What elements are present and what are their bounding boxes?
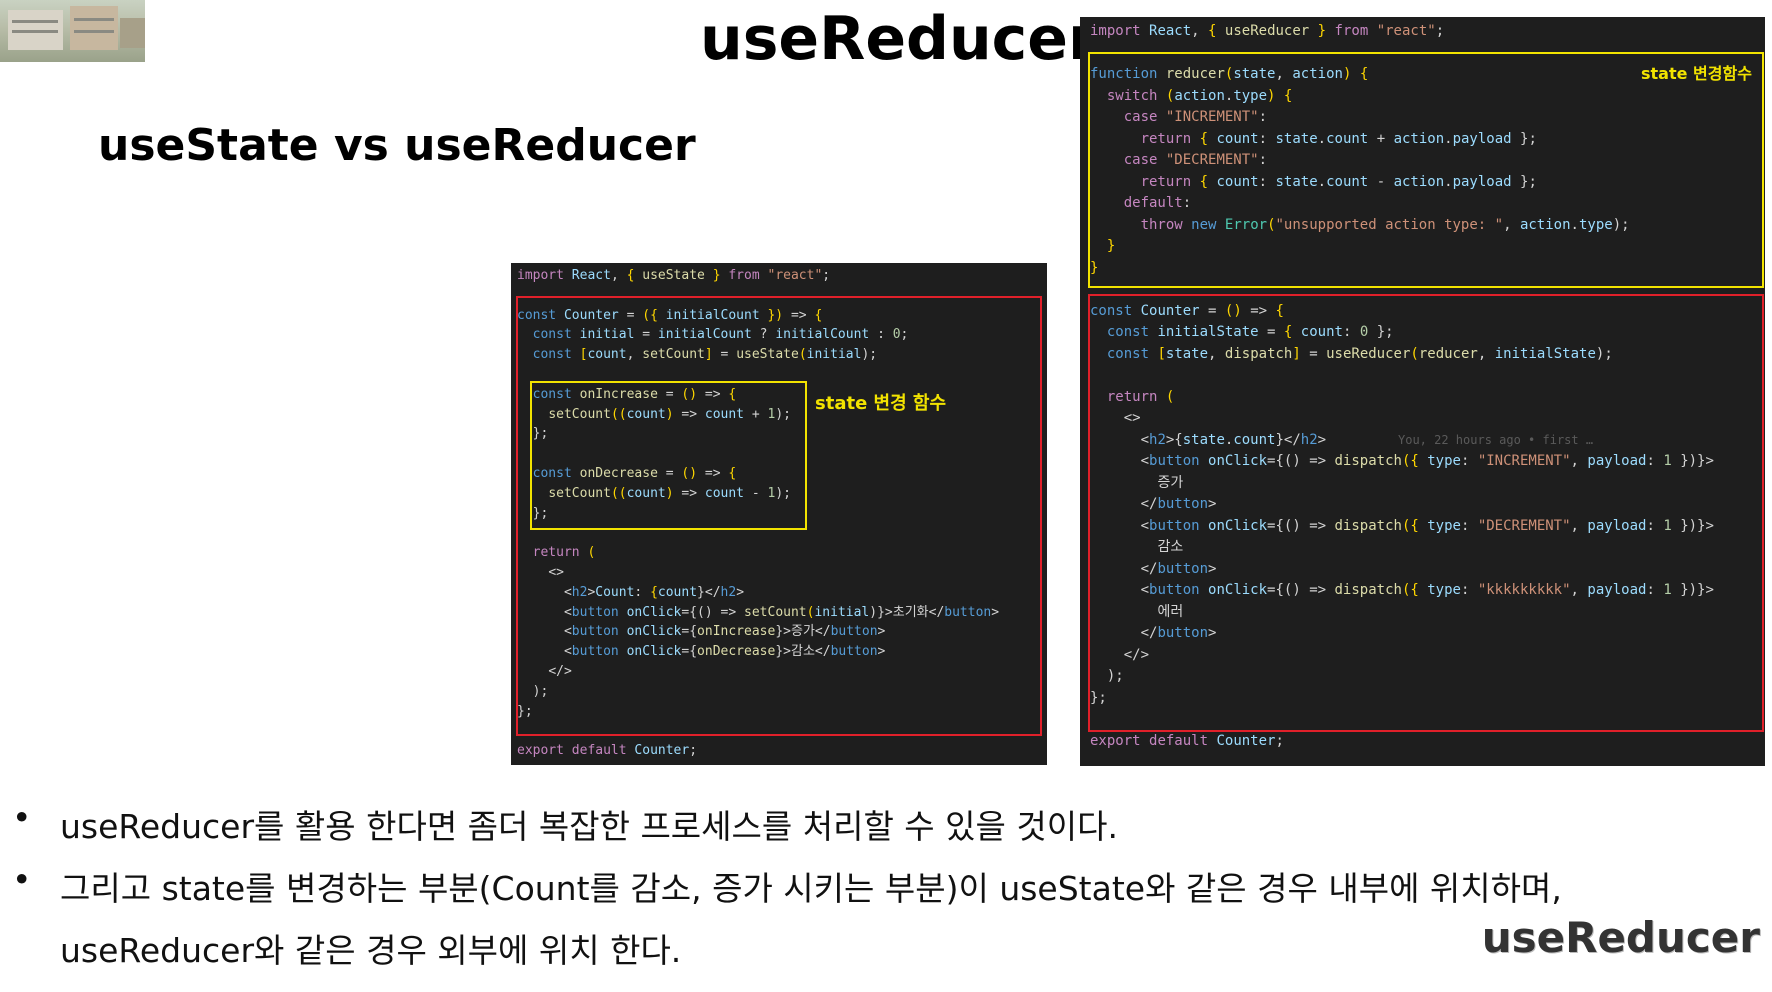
- slide-title: useReducer: [700, 4, 1098, 74]
- code-line: import React, { useState } from "react";: [517, 268, 831, 283]
- bullet-text: useReducer와 같은 경우 외부에 위치 한다.: [60, 931, 682, 970]
- bullet-text: useReducer를 활용 한다면 좀더 복잡한 프로세스를 처리할 수 있을…: [60, 807, 1118, 846]
- code-line: import React, { useReducer } from "react…: [1090, 23, 1445, 39]
- corner-logo-text: useReducer: [1481, 913, 1760, 962]
- bullet-dot-icon: •: [12, 798, 32, 837]
- header-thumbnail-photo: [0, 0, 145, 62]
- state-handler-annotation: state 변경 함수: [815, 393, 947, 414]
- bullet-text: 그리고 state를 변경하는 부분(Count를 감소, 증가 시키는 부분)…: [60, 869, 1562, 908]
- component-highlight-box-right: [1088, 294, 1764, 732]
- reducer-annotation: state 변경함수: [1641, 64, 1752, 83]
- bullet-dot-icon: •: [12, 860, 32, 899]
- slide-subtitle: useState vs useReducer: [98, 120, 696, 171]
- code-line: export default Counter;: [1090, 732, 1284, 749]
- code-line: export default Counter;: [517, 743, 698, 759]
- reducer-highlight-box: [1088, 52, 1764, 288]
- state-handler-highlight-box: [530, 381, 807, 530]
